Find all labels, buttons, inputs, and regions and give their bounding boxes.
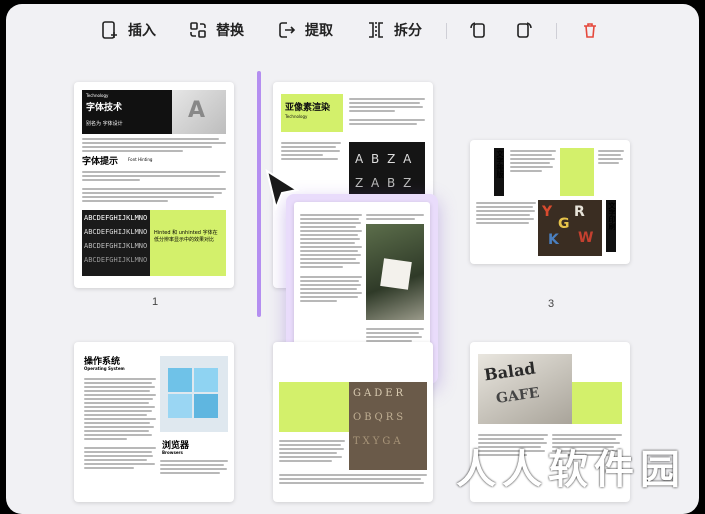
image-caption: Hinted 和 unhinted 字体在低分辨率显示中的效果对比 <box>154 230 218 243</box>
text-block <box>349 96 425 127</box>
page-title: 字体技术 <box>86 103 123 113</box>
page-number: 1 <box>152 296 159 308</box>
text-block <box>279 472 427 486</box>
text-block <box>84 376 156 471</box>
page-header-block: Technology 字体技术 别名为 字体设计 <box>82 90 172 134</box>
page-thumbnail[interactable]: Technology 字体技术 别名为 字体设计 A 字体提示 Font Hin… <box>74 82 234 288</box>
extract-label: 提取 <box>305 23 333 39</box>
insert-button[interactable]: 插入 <box>100 20 156 40</box>
text-block <box>366 212 424 222</box>
watermark: 人人软件园 <box>456 447 686 493</box>
page-thumbnail[interactable]: 文字排版 Y G R K W 文字印刷 <box>470 140 630 264</box>
split-icon <box>369 22 383 38</box>
page-title: 文字印刷 <box>608 202 616 230</box>
extract-icon <box>279 22 296 38</box>
screen: 插入 替换 提取 拆分 Technology 字体技术 别名为 字体设计 A 字… <box>0 0 705 514</box>
replace-button[interactable]: 替换 <box>188 20 244 40</box>
split-label: 拆分 <box>394 23 422 39</box>
font-sample-text: ABCDEFGHIJKLMNO <box>84 214 148 222</box>
page-image: Balad GAFE <box>478 354 572 424</box>
page-number: 3 <box>548 298 555 310</box>
page-image: A <box>172 90 226 134</box>
text-block <box>598 148 624 166</box>
accent-block <box>279 382 349 432</box>
section-heading: 字体提示 <box>82 157 119 167</box>
accent-block <box>572 382 622 424</box>
replace-label: 替换 <box>216 23 244 39</box>
page-image <box>160 356 228 432</box>
page-title: 文字排版 <box>496 150 504 178</box>
section-heading-en: Browsers <box>162 450 183 455</box>
insert-page-icon <box>102 21 117 39</box>
delete-button[interactable] <box>580 20 600 40</box>
rotate-left-button[interactable] <box>468 20 488 40</box>
text-block <box>510 148 556 174</box>
page-thumbnail[interactable]: GADER OBQRS TXYGA <box>273 342 433 502</box>
extract-button[interactable]: 提取 <box>277 20 333 40</box>
page-header-block: 亚像素渲染 Technology <box>281 94 343 132</box>
caption-block: Hinted 和 unhinted 字体在低分辨率显示中的效果对比 <box>150 210 226 276</box>
text-block <box>281 140 341 162</box>
page-tag: Operating System <box>84 366 125 371</box>
page-subtitle: 别名为 字体设计 <box>86 121 123 127</box>
page-image: GADER OBQRS TXYGA <box>349 382 427 470</box>
toolbar: 插入 替换 提取 拆分 <box>6 4 699 60</box>
cursor-arrow-icon <box>265 168 300 212</box>
text-block <box>160 458 228 476</box>
page-image <box>366 224 424 320</box>
toolbar-divider <box>556 23 557 39</box>
text-block <box>279 438 345 464</box>
page-thumbnail[interactable]: 操作系统 Operating System 浏览器 Browsers <box>74 342 234 502</box>
split-button[interactable]: 拆分 <box>366 20 422 40</box>
page-tag: Technology <box>86 93 109 98</box>
section-heading-en: Font Hinting <box>128 157 153 162</box>
accent-block <box>560 148 594 196</box>
text-block <box>476 200 536 226</box>
insert-label: 插入 <box>128 23 156 39</box>
rotate-right-icon <box>517 22 532 38</box>
page-image: Y G R K W <box>538 200 602 256</box>
text-block <box>82 136 226 154</box>
text-block <box>82 169 226 204</box>
drop-indicator <box>257 71 261 317</box>
font-sample-image: ABCDEFGHIJKLMNO ABCDEFGHIJKLMNO ABCDEFGH… <box>82 210 150 276</box>
rotate-left-icon <box>470 22 485 38</box>
page-tag: Technology <box>285 114 308 119</box>
replace-icon <box>190 22 206 38</box>
page-title: 亚像素渲染 <box>285 103 331 113</box>
toolbar-divider <box>446 23 447 39</box>
rotate-right-button[interactable] <box>514 20 534 40</box>
trash-icon <box>584 23 596 38</box>
text-block <box>300 212 362 304</box>
